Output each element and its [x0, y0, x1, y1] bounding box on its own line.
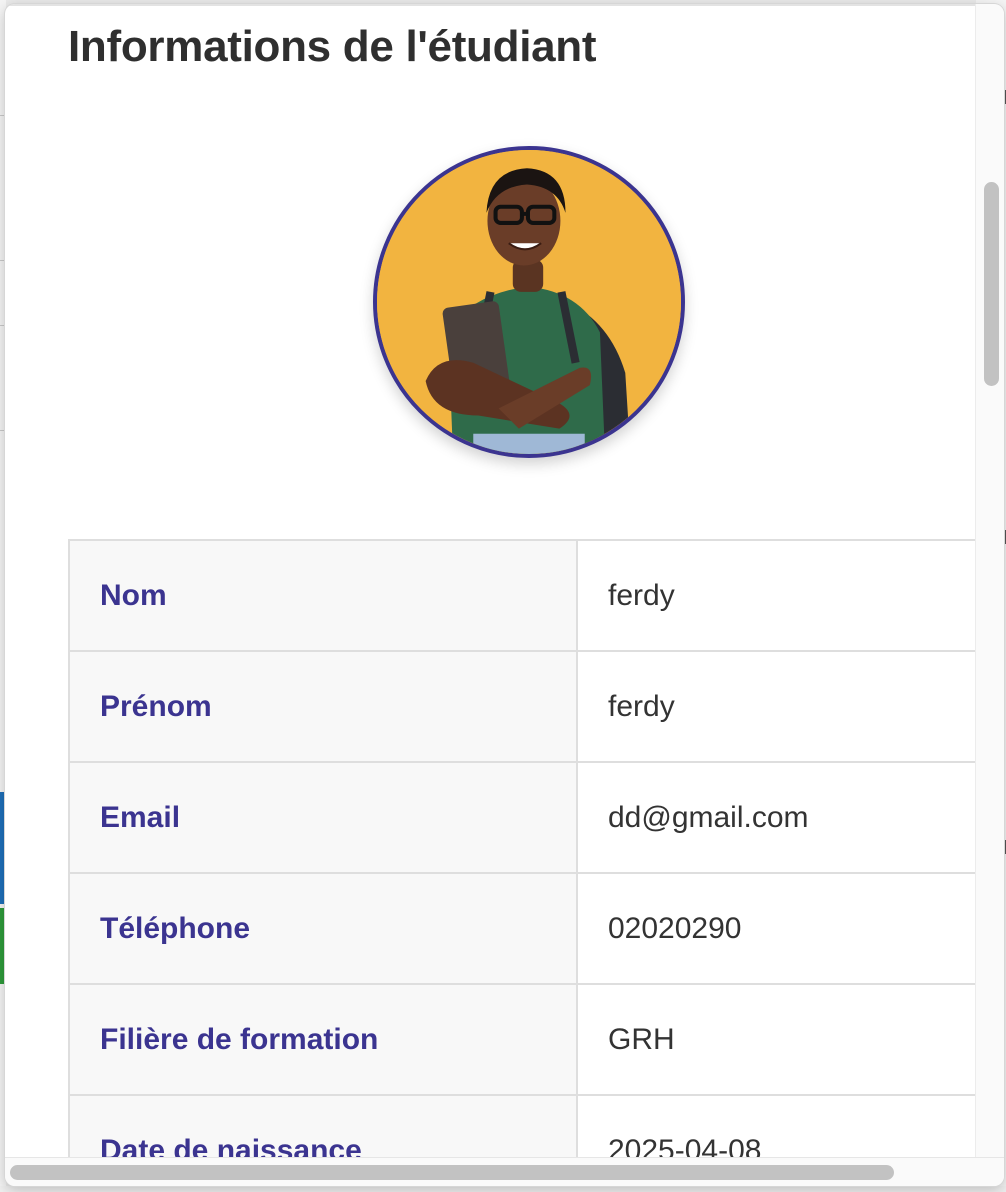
student-avatar: [373, 146, 685, 458]
table-row: Email dd@gmail.com: [68, 761, 975, 874]
page-title: Informations de l'étudiant: [68, 22, 597, 71]
table-row: Prénom ferdy: [68, 650, 975, 763]
field-value-email: dd@gmail.com: [576, 761, 975, 874]
modal-scroll-viewport[interactable]: Informations de l'étudiant Nom ferdy Pré…: [5, 4, 975, 1157]
vertical-scrollbar-thumb[interactable]: [984, 182, 999, 386]
field-label-telephone: Téléphone: [68, 872, 578, 985]
field-value-date-naissance: 2025-04-08: [576, 1094, 975, 1157]
table-row: Nom ferdy: [68, 539, 975, 652]
table-row: Téléphone 02020290: [68, 872, 975, 985]
field-label-date-naissance: Date de naissance: [68, 1094, 578, 1157]
field-label-prenom: Prénom: [68, 650, 578, 763]
student-info-table: Nom ferdy Prénom ferdy Email dd@gmail.co…: [68, 539, 975, 1157]
field-value-telephone: 02020290: [576, 872, 975, 985]
field-value-filiere: GRH: [576, 983, 975, 1096]
field-label-nom: Nom: [68, 539, 578, 652]
field-label-email: Email: [68, 761, 578, 874]
table-row: Date de naissance 2025-04-08: [68, 1094, 975, 1157]
horizontal-scrollbar[interactable]: [5, 1157, 1004, 1186]
table-row: Filière de formation GRH: [68, 983, 975, 1096]
background-page-bottom-edge: [0, 1186, 1006, 1192]
horizontal-scrollbar-thumb[interactable]: [10, 1165, 894, 1180]
student-photo: [377, 150, 681, 454]
field-label-filiere: Filière de formation: [68, 983, 578, 1096]
vertical-scrollbar[interactable]: [975, 4, 1004, 1157]
field-value-prenom: ferdy: [576, 650, 975, 763]
student-info-modal: Informations de l'étudiant Nom ferdy Pré…: [5, 4, 1004, 1186]
field-value-nom: ferdy: [576, 539, 975, 652]
